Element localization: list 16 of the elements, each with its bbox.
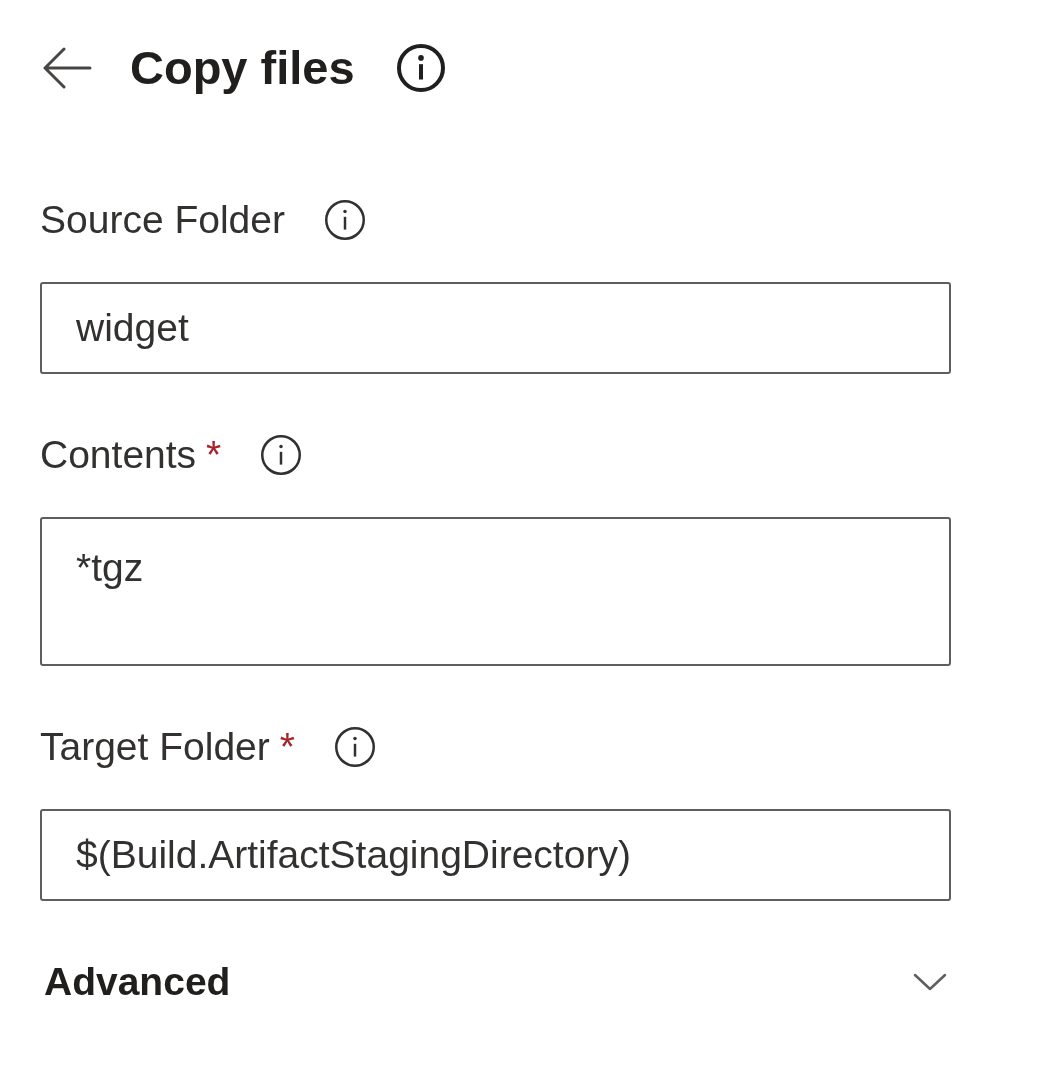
field-label: Source Folder [40,197,285,243]
info-icon[interactable] [324,200,365,240]
info-icon[interactable] [261,435,302,475]
chevron-down-icon [913,973,947,991]
required-mark: * [279,724,295,770]
text-input-field[interactable]: widget [40,282,951,374]
text-area-field[interactable]: *tgz [40,517,951,666]
field-label: Contents [40,432,197,478]
page-title: Copy files [130,40,355,96]
info-icon[interactable] [334,727,375,767]
required-mark: * [206,432,222,478]
field-label: Target Folder [40,724,270,770]
back-arrow-icon[interactable] [42,47,92,89]
info-icon[interactable] [396,44,445,92]
text-input-field[interactable]: $(Build.ArtifactStagingDirectory) [40,809,951,901]
advanced-section-toggle[interactable]: Advanced [40,957,951,1007]
